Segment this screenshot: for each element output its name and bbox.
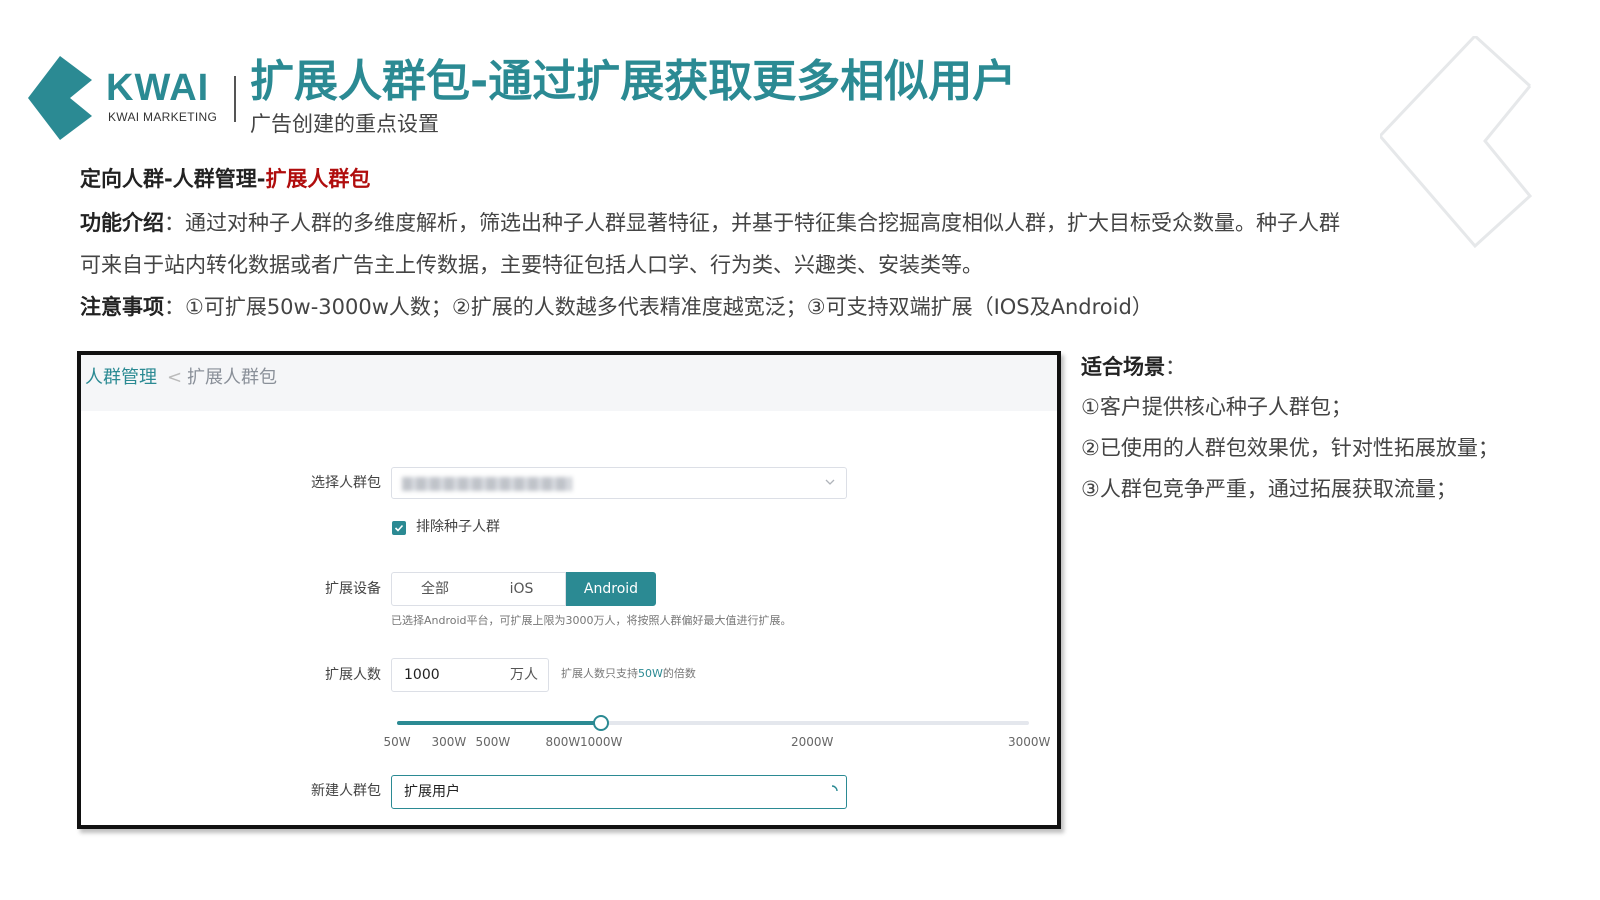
side-heading-colon: ： [1165,355,1186,379]
slider-fill [397,721,601,725]
device-option-all[interactable]: 全部 [391,572,479,606]
loading-spinner-icon [831,785,838,792]
intro-line1: ：通过对种子人群的多维度解析，筛选出种子人群显著特征，并基于特征集合挖掘高度相似… [164,211,1340,235]
new-audience-label: 新建人群包 [311,783,381,799]
count-input[interactable]: 1000 万人 [391,658,549,692]
device-option-ios[interactable]: iOS [478,572,566,606]
side-heading: 适合场景： [1081,352,1186,382]
screenshot-panel: 人群管理 < 扩展人群包 选择人群包 排除种子人群 扩展设备 全部 iOS An… [77,351,1061,829]
notes-text: ：①可扩展50w-3000w人数；②扩展的人数越多代表精准度越宽泛；③可支持双端… [164,295,1153,319]
exclude-seed-checkbox[interactable] [392,521,406,535]
intro-line2: 可来自于站内转化数据或者广告主上传数据，主要特征包括人口学、行为类、兴趣类、安装… [80,253,983,277]
count-hint-suffix: 的倍数 [662,667,696,680]
intro-paragraph: 功能介绍：通过对种子人群的多维度解析，筛选出种子人群显著特征，并基于特征集合挖掘… [80,208,1340,238]
heading-prefix: 定向人群-人群管理- [80,167,266,191]
count-unit: 万人 [510,667,538,683]
count-hint: 扩展人数只支持50W的倍数 [561,666,696,682]
slider-thumb[interactable] [593,715,609,731]
device-label: 扩展设备 [325,581,381,597]
exclude-seed-label: 排除种子人群 [416,519,500,535]
logo-text: KWAI [106,67,210,109]
slider-tick-label: 300W [431,735,467,749]
new-audience-value: 扩展用户 [404,784,460,800]
intro-label: 功能介绍 [80,211,164,235]
breadcrumb-current: 扩展人群包 [187,367,277,388]
slider-tick-label: 500W [475,735,511,749]
breadcrumb-link-audience[interactable]: 人群管理 [85,365,157,391]
slider-tick-label: 1000W [580,735,623,749]
breadcrumb-separator: < [167,367,183,388]
slider-tick-label: 2000W [791,735,834,749]
slider-tick-label: 3000W [1008,735,1051,749]
side-item: ①客户提供核心种子人群包； [1081,395,1352,419]
audience-select[interactable] [391,467,847,499]
kwai-logo-icon [28,56,92,140]
count-hint-highlight: 50W [638,667,663,680]
notes-label: 注意事项 [80,295,164,319]
outline-chevron-decoration-icon [1380,36,1533,248]
count-hint-prefix: 扩展人数只支持 [561,667,638,680]
count-slider[interactable] [397,715,1029,731]
slider-tick-label: 50W [383,735,411,749]
logo-subtitle: KWAI MARKETING [108,110,218,124]
notes-paragraph: 注意事项：①可扩展50w-3000w人数；②扩展的人数越多代表精准度越宽泛；③可… [80,292,1153,322]
section-heading: 定向人群-人群管理-扩展人群包 [80,164,370,194]
heading-highlight: 扩展人群包 [265,167,371,191]
blurred-selected-value [402,477,572,491]
page-title: 扩展人群包-通过扩展获取更多相似用户 [250,56,1017,107]
select-label: 选择人群包 [311,475,381,491]
breadcrumb: 人群管理 < 扩展人群包 [81,355,1057,411]
side-item: ③人群包竞争严重，通过拓展获取流量； [1081,477,1457,501]
new-audience-input[interactable]: 扩展用户 [391,775,847,809]
side-heading-text: 适合场景 [1081,355,1165,379]
page-subtitle: 广告创建的重点设置 [250,112,439,136]
chevron-down-icon [825,479,835,485]
logo-divider [234,76,236,122]
count-label: 扩展人数 [325,667,381,683]
side-item: ②已使用的人群包效果优，针对性拓展放量； [1081,436,1499,460]
check-icon [394,524,404,532]
slider-tick-label: 800W [545,735,581,749]
count-value: 1000 [404,667,440,683]
device-hint: 已选择Android平台，可扩展上限为3000万人，将按照人群偏好最大值进行扩展… [391,614,792,627]
device-option-android[interactable]: Android [566,572,656,606]
